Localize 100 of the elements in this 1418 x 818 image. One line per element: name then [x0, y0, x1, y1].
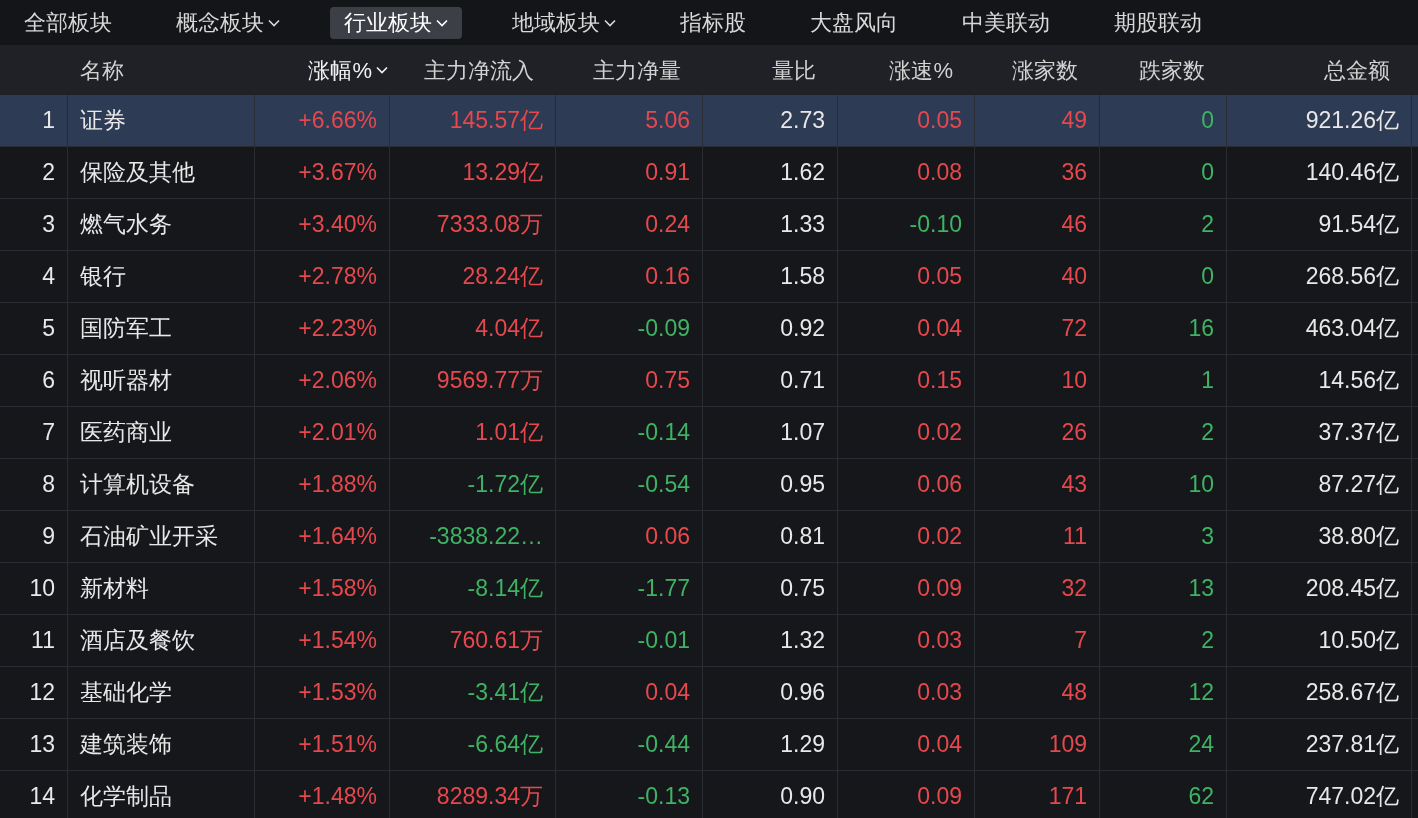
tab[interactable]: 期股联动 [1100, 6, 1216, 39]
table-row[interactable]: 11 酒店及餐饮 +1.54% 760.61万 -0.01 1.32 0.03 7 2 10.50亿 [0, 615, 1418, 667]
table-cell-text: 1.01亿 [475, 418, 543, 448]
table-cell-text: 0.08 [917, 158, 962, 188]
table-cell-text: -3.41亿 [467, 678, 543, 708]
table-row[interactable]: 10 新材料 +1.58% -8.14亿 -1.77 0.75 0.09 32 13 208.45亿 [0, 563, 1418, 615]
tab[interactable]: 概念板块 [162, 6, 294, 39]
table-cell-text: 0.09 [917, 782, 962, 812]
table-cell-text: 1.29 [780, 730, 825, 760]
table-cell-text: 0.06 [645, 522, 690, 552]
table-cell-text: 12 [1188, 678, 1214, 708]
table-cell-text: +2.01% [298, 418, 377, 448]
table-cell-text: 0.90 [780, 782, 825, 812]
table-row[interactable]: 7 医药商业 +2.01% 1.01亿 -0.14 1.07 0.02 26 2 37.37亿 [0, 407, 1418, 459]
chevron-down-icon [436, 18, 448, 27]
table-cell-text: -0.09 [637, 314, 690, 344]
table-cell-text: 11 [1063, 522, 1087, 552]
table-row[interactable]: 3 燃气水务 +3.40% 7333.08万 0.24 1.33 -0.10 46 2 91.54亿 [0, 199, 1418, 251]
column-header[interactable]: 主力净量 [593, 53, 681, 87]
table-row[interactable]: 4 银行 +2.78% 28.24亿 0.16 1.58 0.05 40 0 268.56亿 [0, 251, 1418, 303]
column-header[interactable]: 总金额 [1324, 53, 1390, 87]
table-row[interactable]: 8 计算机设备 +1.88% -1.72亿 -0.54 0.95 0.06 43 10 87.27亿 [0, 459, 1418, 511]
table-cell-text: 2 [1201, 626, 1214, 656]
column-header[interactable]: 主力净流入 [424, 53, 534, 87]
table-cell-text: 91.54亿 [1318, 210, 1399, 240]
table-cell-text: 10 [29, 574, 55, 604]
table-cell-text: +3.67% [298, 158, 377, 188]
table-cell-text: 石油矿业开采 [80, 522, 218, 552]
column-header[interactable]: 量比 [772, 53, 816, 87]
table-cell-text: 13 [29, 730, 55, 760]
table-row[interactable]: 1 证券 +6.66% 145.57亿 5.06 2.73 0.05 49 0 921.26亿 [0, 95, 1418, 147]
table-cell-text: 1.62 [780, 158, 825, 188]
chevron-down-icon [268, 18, 280, 27]
table-cell-text: 6 [42, 366, 55, 396]
table-cell-text: 3 [1201, 522, 1214, 552]
table-cell-text: 燃气水务 [80, 210, 172, 240]
table-cell-text: 0.24 [645, 210, 690, 240]
table-cell-text: 0.02 [917, 418, 962, 448]
tab[interactable]: 中美联动 [948, 6, 1064, 39]
table-cell-text: -8.14亿 [467, 574, 543, 604]
table-cell-text: 12 [29, 678, 55, 708]
table-cell-text: 证券 [80, 106, 126, 136]
table-cell-text: 463.04亿 [1305, 314, 1399, 344]
table-row[interactable]: 6 视听器材 +2.06% 9569.77万 0.75 0.71 0.15 10 1 14.56亿 [0, 355, 1418, 407]
table-cell-text: 48 [1061, 678, 1087, 708]
table-cell-text: 62 [1188, 782, 1214, 812]
table-cell-text: 9569.77万 [436, 366, 543, 396]
table-cell-text: 16 [1188, 314, 1214, 344]
table-cell-text: 145.57亿 [449, 106, 543, 136]
table-cell-text: +2.78% [298, 262, 377, 292]
column-header[interactable]: 涨速% [889, 53, 953, 87]
table-row[interactable]: 9 石油矿业开采 +1.64% -3838.22… 0.06 0.81 0.02 11 3 38.80亿 [0, 511, 1418, 563]
table-row[interactable]: 2 保险及其他 +3.67% 13.29亿 0.91 1.62 0.08 36 0 140.46亿 [0, 147, 1418, 199]
column-header[interactable]: 涨幅% [308, 53, 388, 87]
table-cell-text: +1.88% [298, 470, 377, 500]
table-cell-text: 0.03 [917, 626, 962, 656]
table-cell-text: 24 [1188, 730, 1214, 760]
table-cell-text: +1.51% [298, 730, 377, 760]
table-row[interactable]: 12 基础化学 +1.53% -3.41亿 0.04 0.96 0.03 48 12 258.67亿 [0, 667, 1418, 719]
table-cell-text: 7 [42, 418, 55, 448]
table-cell-text: +6.66% [298, 106, 377, 136]
table-cell-text: 国防军工 [80, 314, 172, 344]
table-cell-text: +2.23% [298, 314, 377, 344]
table-cell-text: 72 [1061, 314, 1087, 344]
tab[interactable]: 地域板块 [498, 6, 630, 39]
table-cell-text: 0.04 [917, 314, 962, 344]
sort-down-icon [376, 66, 388, 74]
table-cell-text: 258.67亿 [1305, 678, 1399, 708]
table-cell-text: 0.75 [645, 366, 690, 396]
table-cell-text: 1.58 [780, 262, 825, 292]
table-cell-text: 0.05 [917, 262, 962, 292]
table-cell-text: 4 [42, 262, 55, 292]
table-cell-text: -6.64亿 [467, 730, 543, 760]
table-cell-text: 1.07 [780, 418, 825, 448]
table-cell-text: 基础化学 [80, 678, 172, 708]
table-cell-text: 28.24亿 [462, 262, 543, 292]
table-row[interactable]: 5 国防军工 +2.23% 4.04亿 -0.09 0.92 0.04 72 16 463.04亿 [0, 303, 1418, 355]
table-cell-text: 建筑装饰 [80, 730, 172, 760]
table-cell-text: -1.77 [637, 574, 690, 604]
column-header[interactable]: 名称 [80, 53, 124, 87]
tab[interactable]: 全部板块 [10, 6, 126, 39]
table-cell-text: 10 [1188, 470, 1214, 500]
tab[interactable]: 行业板块 [330, 6, 462, 39]
column-header[interactable]: 跌家数 [1139, 53, 1205, 87]
table-cell-text: 760.61万 [449, 626, 543, 656]
table-cell-text: 46 [1061, 210, 1087, 240]
table-cell-text: 208.45亿 [1305, 574, 1399, 604]
tab[interactable]: 大盘风向 [796, 6, 912, 39]
table-cell-text: 9 [42, 522, 55, 552]
table-cell-text: 14 [29, 782, 55, 812]
table-cell-text: 5 [42, 314, 55, 344]
table-row[interactable]: 13 建筑装饰 +1.51% -6.64亿 -0.44 1.29 0.04 109 24 237.81亿 [0, 719, 1418, 771]
tab[interactable]: 指标股 [666, 6, 760, 39]
table-cell-text: 2.73 [780, 106, 825, 136]
table-cell-text: 0.75 [780, 574, 825, 604]
column-header[interactable]: 涨家数 [1012, 53, 1078, 87]
table-cell-text: 26 [1061, 418, 1087, 448]
table-cell-text: 0.04 [645, 678, 690, 708]
table-cell-text: 计算机设备 [80, 470, 195, 500]
table-cell-text: 37.37亿 [1318, 418, 1399, 448]
